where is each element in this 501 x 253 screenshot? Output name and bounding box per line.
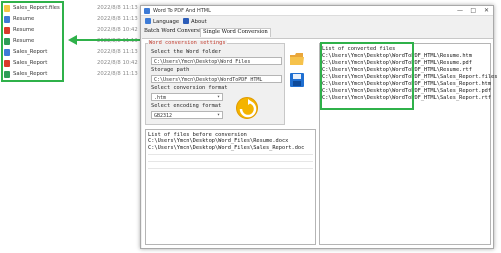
- conversion-panel: Word conversion settings Select the Word…: [142, 38, 497, 248]
- file-date: 2022/8/8 11:13: [97, 5, 138, 11]
- folder-icon: [290, 53, 304, 65]
- tab-bar: Batch Word Conversion Single Word Conver…: [141, 27, 493, 37]
- conversion-format-value: .htm: [154, 95, 167, 101]
- word-folder-field[interactable]: C:\Users\Ymcn\Desktop\Word_Files: [151, 57, 282, 65]
- file-date: 2022/8/8 10:42: [97, 60, 138, 66]
- menu-language[interactable]: Language: [145, 18, 179, 25]
- maximize-button[interactable]: □: [470, 7, 476, 14]
- window-title: Word To PDF And HTML: [153, 8, 211, 14]
- file-date: 2022/8/8 11:13: [97, 16, 138, 22]
- minimize-button[interactable]: —: [457, 7, 463, 14]
- storage-path-label: Storage path: [151, 67, 190, 73]
- storage-path-field[interactable]: C:\Users\Ymcn\Desktop\WordToPDF_HTML: [151, 75, 282, 83]
- source-file-list[interactable]: List of files before conversion C:\Users…: [145, 129, 316, 245]
- encoding-format-label: Select encoding format: [151, 103, 222, 109]
- file-date: 2022/8/8 11:13: [97, 71, 138, 77]
- divider: [148, 154, 313, 155]
- save-icon: [290, 73, 304, 87]
- chevron-down-icon: ▾: [216, 94, 220, 100]
- menu-bar: Language About: [141, 16, 493, 27]
- highlight-box: [320, 42, 414, 110]
- divider: [148, 161, 313, 162]
- app-icon: [144, 8, 150, 14]
- language-icon: [145, 18, 151, 24]
- menu-about-label: About: [191, 19, 207, 25]
- file-date: 2022/8/8 11:13: [97, 49, 138, 55]
- arrow-left-icon: [68, 35, 77, 45]
- highlight-box: [1, 1, 64, 82]
- menu-language-label: Language: [153, 19, 180, 25]
- divider: [148, 168, 313, 169]
- close-button[interactable]: ✕: [484, 7, 489, 14]
- app-window: Word To PDF And HTML — □ ✕ Language Abou…: [140, 5, 497, 249]
- conversion-format-select[interactable]: .htm ▾: [151, 93, 223, 101]
- conversion-format-label: Select conversion format: [151, 85, 228, 91]
- browse-folder-button[interactable]: [290, 51, 304, 65]
- list-item: C:\Users\Ymcn\Desktop\Word_Files\Resume.…: [148, 138, 289, 144]
- encoding-format-value: GB2312: [154, 113, 173, 119]
- menu-about[interactable]: About: [183, 18, 207, 25]
- info-icon: [183, 18, 189, 24]
- settings-legend: Word conversion settings: [148, 40, 227, 46]
- encoding-format-select[interactable]: GB2312 ▾: [151, 111, 223, 119]
- tab-single-conversion[interactable]: Single Word Conversion: [200, 28, 271, 37]
- list-item: C:\Users\Ymcn\Desktop\Word_Files\Sales_R…: [148, 145, 305, 151]
- refresh-icon: [239, 99, 257, 118]
- word-folder-label: Select the Word folder: [151, 49, 222, 55]
- storage-path-button[interactable]: [290, 72, 304, 87]
- chevron-down-icon: ▾: [216, 112, 220, 118]
- title-bar: Word To PDF And HTML — □ ✕: [141, 6, 493, 16]
- conversion-settings-group: Word conversion settings Select the Word…: [145, 40, 285, 125]
- file-date: 2022/8/8 10:42: [97, 27, 138, 33]
- convert-button[interactable]: [236, 97, 258, 119]
